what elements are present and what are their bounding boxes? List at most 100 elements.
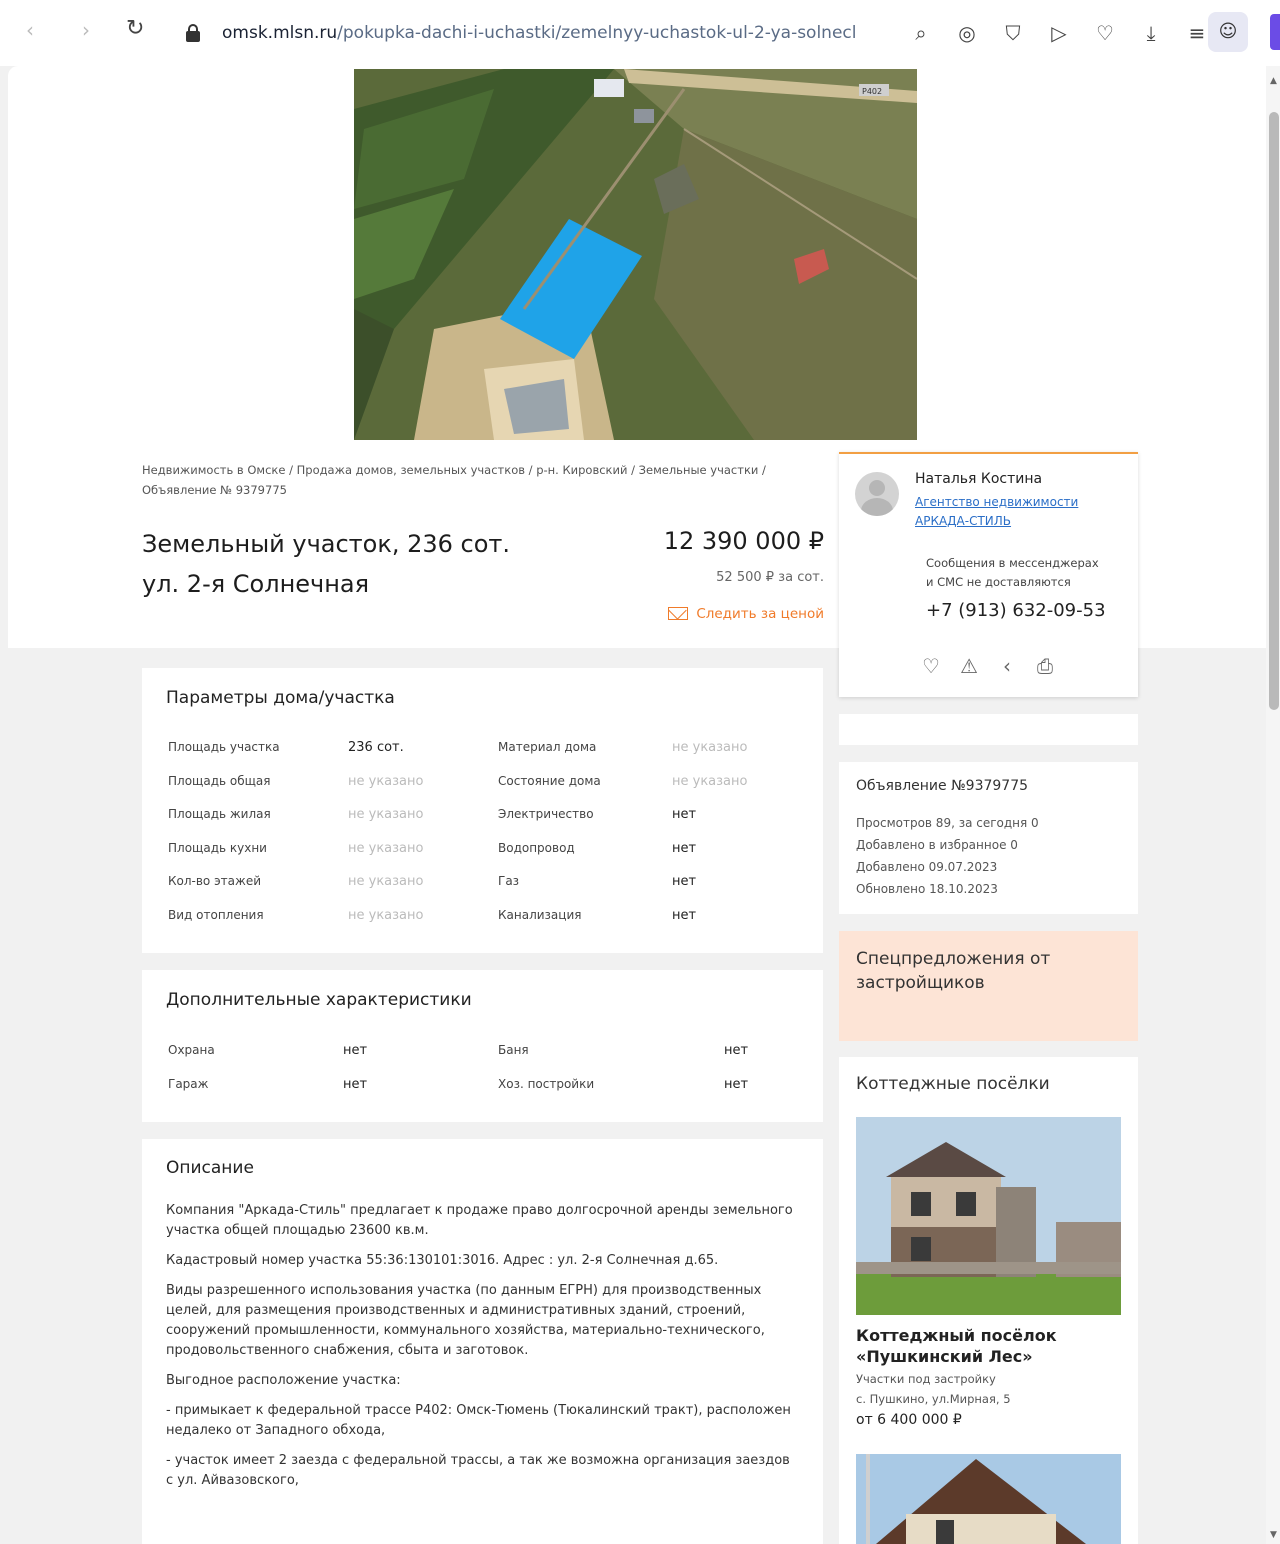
back-icon[interactable]: ‹ (26, 18, 34, 42)
breadcrumb[interactable]: Недвижимость в Омске / Продажа домов, зе… (142, 460, 822, 500)
profile-icon[interactable]: ☺ (1208, 12, 1248, 52)
description-paragraph: Компания "Аркада-Стиль" предлагает к про… (166, 1203, 793, 1238)
table-row: Кол-во этажей не указано Газ нет (168, 872, 808, 906)
village-subtitle: Участки под застройку (856, 1372, 996, 1386)
listing-number: Объявление №9379775 (856, 778, 1029, 794)
description-text: Компания "Аркада-Стиль" предлагает к про… (166, 1201, 796, 1501)
favorite-icon[interactable]: ♡ (919, 654, 943, 678)
road-label: P402 (862, 87, 882, 96)
param-label: Материал дома (498, 740, 597, 754)
url-text[interactable]: omsk.mlsn.ru/pokupka-dachi-i-uchastki/ze… (222, 23, 872, 43)
village-address: с. Пушкино, ул.Мирная, 5 (856, 1392, 1011, 1406)
title-line2: ул. 2-я Солнечная (142, 570, 370, 598)
price: 12 390 000 ₽ (663, 527, 824, 555)
reload-icon[interactable]: ↻ (126, 16, 144, 41)
parameters-table: Площадь участка 236 сот. Материал дома не у… (168, 738, 808, 940)
send-icon[interactable]: ▷ (1036, 16, 1082, 50)
param-value: 236 сот. (348, 740, 404, 755)
param-label: Площадь жилая (168, 807, 271, 822)
warning-icon[interactable]: ⚠ (957, 654, 981, 678)
agent-phone[interactable]: +7 (913) 632-09-53 (926, 600, 1106, 621)
extra-features-card: Дополнительные характеристики Охрана нет Б… (142, 970, 823, 1122)
envelope-icon (668, 607, 689, 620)
scrollbar-thumb[interactable] (1269, 112, 1279, 710)
param-label: Канализация (498, 907, 582, 922)
village-name[interactable]: Коттеджный посёлок «Пушкинский Лес» (856, 1325, 1121, 1367)
parameters-card: Параметры дома/участка Площадь участка 23… (142, 668, 823, 953)
print-icon[interactable]: ⎙ (1033, 654, 1057, 678)
share-icon[interactable]: ‹ (995, 654, 1019, 678)
village-info: Участки под застройку с. Пушкино, ул.Мир… (856, 1369, 1011, 1409)
param-value: не указано (672, 740, 748, 755)
stats-lines: Просмотров 89, за сегодня 0 Добавлено в … (856, 812, 1039, 900)
listing-actions: ♡ ⚠ ‹ ⎙ (919, 654, 1057, 678)
browser-toolbar: ‹ › ↻ omsk.mlsn.ru/pokupka-dachi-i-uchas… (0, 0, 1280, 66)
title-line1: Земельный участок, 236 сот. (142, 530, 511, 558)
scroll-up-icon[interactable]: ▲ (1270, 76, 1277, 86)
extension-button[interactable] (1270, 14, 1280, 50)
param-label: Площадь участка (168, 740, 280, 754)
stats-updated: Обновлено 18.10.2023 (856, 882, 998, 896)
param-value: нет (672, 874, 697, 890)
lock-icon[interactable] (186, 24, 200, 42)
messenger-note: Сообщения в мессенджерах и СМС не достав… (926, 554, 1126, 592)
feature-label: Гараж (168, 1077, 209, 1091)
param-value: не указано (348, 807, 424, 823)
feature-label: Баня (498, 1043, 529, 1057)
table-row: Площадь жилая не указано Электричество нет (168, 805, 808, 839)
page-title: Земельный участок, 236 сот. ул. 2-я Солн… (142, 524, 510, 604)
description-card: Описание Компания "Аркада-Стиль" предлаг… (142, 1139, 823, 1544)
listing-stats: Объявление №9379775 Просмотров 89, за се… (839, 762, 1138, 914)
param-label: Площадь кухни (168, 840, 267, 855)
param-label: Площадь общая (168, 773, 271, 788)
table-row: Вид отопления не указано Канализация нет (168, 906, 808, 940)
plot-aerial-photo[interactable]: P402 (354, 69, 917, 440)
village-photo-2[interactable] (856, 1454, 1121, 1544)
developer-offers-banner[interactable]: Спецпредложения от застройщиков (839, 931, 1138, 1041)
table-row: Площадь общая не указано Состояние дома не … (168, 772, 808, 806)
description-title: Описание (166, 1158, 254, 1178)
scroll-down-icon[interactable]: ▼ (1270, 1530, 1277, 1540)
agency-line2[interactable]: АРКАДА-СТИЛЬ (915, 512, 1115, 531)
description-paragraph: Выгодное расположение участка: (166, 1373, 401, 1388)
village-price: от 6 400 000 ₽ (856, 1412, 962, 1428)
description-paragraph: Кадастровый номер участка 55:36:130101:3… (166, 1253, 719, 1268)
village-photo[interactable] (856, 1117, 1121, 1315)
note-line2: и СМС не доставляются (926, 575, 1071, 589)
table-row: Площадь участка 236 сот. Материал дома не у… (168, 738, 808, 772)
param-value: не указано (348, 907, 424, 923)
table-row: Охрана нет Баня нет (168, 1041, 808, 1075)
forward-icon[interactable]: › (82, 18, 90, 42)
param-label: Кол-во этажей (168, 874, 262, 889)
shield-icon[interactable]: ⛉ (990, 16, 1036, 50)
feature-value: нет (724, 1043, 749, 1058)
description-paragraph: - примыкает к федеральной трассе Р402: О… (166, 1403, 791, 1438)
stats-added: Добавлено 09.07.2023 (856, 860, 998, 874)
cottage-villages: Коттеджные посёлки Коттеджный посёлок «П… (839, 1057, 1138, 1544)
camera-icon[interactable]: ◎ (944, 16, 990, 50)
param-value: не указано (348, 874, 424, 890)
address-bar[interactable]: omsk.mlsn.ru/pokupka-dachi-i-uchastki/ze… (176, 12, 876, 56)
param-label: Газ (498, 874, 520, 889)
watch-price-label: Следить за ценой (696, 606, 824, 622)
parameters-title: Параметры дома/участка (166, 688, 395, 708)
param-value: не указано (672, 773, 748, 789)
watch-price-link[interactable]: Следить за ценой (640, 606, 824, 622)
download-icon[interactable]: ⤓ (1128, 16, 1174, 50)
villages-title: Коттеджные посёлки (856, 1074, 1050, 1094)
param-label: Водопровод (498, 840, 575, 855)
agency-link[interactable]: Агентство недвижимости АРКАДА-СТИЛЬ (915, 493, 1115, 531)
param-value: нет (672, 807, 697, 823)
promo-text: Спецпредложения от застройщиков (856, 949, 1051, 993)
agency-line1[interactable]: Агентство недвижимости (915, 493, 1115, 512)
feature-label: Охрана (168, 1043, 215, 1057)
heart-icon[interactable]: ♡ (1082, 16, 1128, 50)
stats-favorites: Добавлено в избранное 0 (856, 838, 1018, 852)
extra-title: Дополнительные характеристики (166, 990, 472, 1010)
param-value: нет (672, 907, 697, 923)
table-row: Гараж нет Хоз. постройки нет (168, 1075, 808, 1109)
search-icon[interactable]: ⌕ (898, 16, 944, 50)
feature-label: Хоз. постройки (498, 1077, 595, 1091)
feature-value: нет (343, 1077, 368, 1092)
param-label: Вид отопления (168, 907, 264, 922)
